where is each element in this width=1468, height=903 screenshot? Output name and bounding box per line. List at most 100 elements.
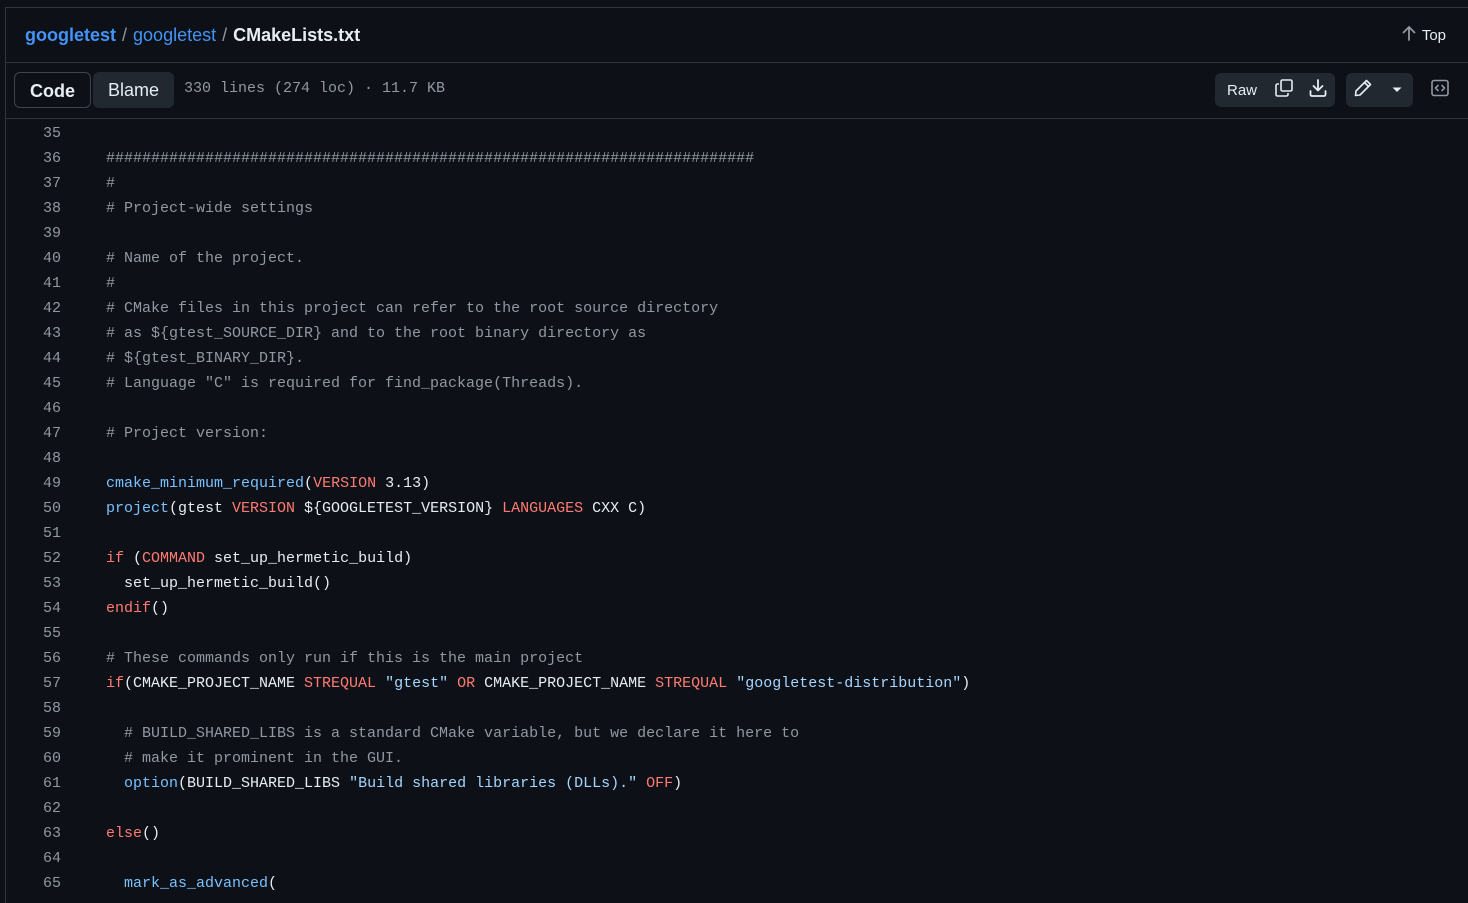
triangle-down-icon	[1391, 81, 1403, 99]
line-number[interactable]: 45	[6, 371, 61, 396]
code-line: 35	[6, 121, 1468, 146]
code-line: 42 # CMake files in this project can refe…	[6, 296, 1468, 321]
line-number[interactable]: 63	[6, 821, 61, 846]
line-number[interactable]: 48	[6, 446, 61, 471]
file-info: 330 lines (274 loc) · 11.7 KB	[184, 80, 446, 97]
code-token: # These commands only run if this is the…	[106, 650, 584, 667]
line-number[interactable]: 40	[6, 246, 61, 271]
download-raw-button[interactable]	[1301, 73, 1335, 107]
code-text: # Project version:	[106, 421, 268, 446]
code-token: # Name of the project.	[106, 250, 305, 267]
code-text: # Language "C" is required for find_pack…	[106, 371, 583, 396]
code-token: OR	[457, 675, 476, 692]
code-line: 62	[6, 796, 1468, 821]
code-line: 48	[6, 446, 1468, 471]
line-number[interactable]: 53	[6, 571, 61, 596]
line-number[interactable]: 59	[6, 721, 61, 746]
code-token: (gtest	[169, 500, 233, 517]
line-number[interactable]: 36	[6, 146, 61, 171]
symbols-panel-button[interactable]	[1423, 73, 1457, 107]
line-number[interactable]: 43	[6, 321, 61, 346]
line-number[interactable]: 47	[6, 421, 61, 446]
line-number[interactable]: 50	[6, 496, 61, 521]
code-token: ########################################…	[106, 150, 755, 167]
line-number[interactable]: 61	[6, 771, 61, 796]
code-line: 55	[6, 621, 1468, 646]
top-button[interactable]: Top	[1402, 25, 1446, 45]
line-number[interactable]: 57	[6, 671, 61, 696]
code-line: 60 # make it prominent in the GUI.	[6, 746, 1468, 771]
code-token: #	[106, 175, 116, 192]
code-view[interactable]: 35 36 ####################################…	[6, 121, 1468, 896]
edit-file-button[interactable]	[1346, 73, 1380, 107]
code-token: CMAKE_PROJECT_NAME	[475, 675, 656, 692]
line-number[interactable]: 65	[6, 871, 61, 896]
more-edit-options-button[interactable]	[1380, 73, 1413, 107]
file-header: googletest / googletest / CMakeLists.txt Top	[6, 8, 1468, 63]
code-token: STREQUAL	[655, 675, 728, 692]
code-text: endif()	[106, 596, 169, 621]
code-text: # These commands only run if this is the…	[106, 646, 583, 671]
edit-actions-group	[1346, 73, 1413, 107]
line-number[interactable]: 58	[6, 696, 61, 721]
line-number[interactable]: 49	[6, 471, 61, 496]
code-line: 56 # These commands only run if this is t…	[6, 646, 1468, 671]
breadcrumb-file-name: CMakeLists.txt	[233, 25, 361, 45]
code-token: LANGUAGES	[502, 500, 584, 517]
line-number[interactable]: 51	[6, 521, 61, 546]
line-number[interactable]: 60	[6, 746, 61, 771]
line-number[interactable]: 42	[6, 296, 61, 321]
code-line: 46	[6, 396, 1468, 421]
view-toggle: Code Blame	[14, 72, 175, 108]
line-number[interactable]: 35	[6, 121, 61, 146]
breadcrumb-separator: /	[122, 25, 128, 45]
code-token: mark_as_advanced	[124, 875, 269, 892]
line-number[interactable]: 37	[6, 171, 61, 196]
code-token: if	[106, 550, 125, 567]
code-token: (CMAKE_PROJECT_NAME	[124, 675, 305, 692]
line-number[interactable]: 55	[6, 621, 61, 646]
code-text: # Name of the project.	[106, 246, 304, 271]
code-text: # Project-wide settings	[106, 196, 313, 221]
code-token: option	[124, 775, 179, 792]
line-number[interactable]: 62	[6, 796, 61, 821]
code-token: COMMAND	[142, 550, 206, 567]
code-token: STREQUAL	[304, 675, 377, 692]
code-line: 52 if (COMMAND set_up_hermetic_build)	[6, 546, 1468, 571]
breadcrumb-owner-link[interactable]: googletest	[25, 25, 116, 45]
code-token: "gtest"	[385, 675, 449, 692]
line-number[interactable]: 44	[6, 346, 61, 371]
raw-button[interactable]: Raw	[1215, 82, 1267, 99]
code-token: set_up_hermetic_build)	[205, 550, 413, 567]
code-token: set_up_hermetic_build()	[106, 575, 332, 592]
code-token: ()	[151, 600, 170, 617]
breadcrumb-repo-link[interactable]: googletest	[133, 25, 216, 45]
code-token: "googletest-distribution"	[736, 675, 962, 692]
code-token: OFF	[646, 775, 674, 792]
code-line: 37 #	[6, 171, 1468, 196]
code-text: set_up_hermetic_build()	[106, 571, 331, 596]
line-number[interactable]: 39	[6, 221, 61, 246]
code-line: 36 ######################################…	[6, 146, 1468, 171]
pencil-icon	[1353, 78, 1373, 103]
line-number[interactable]: 64	[6, 846, 61, 871]
code-token: # ${gtest_BINARY_DIR}.	[106, 350, 305, 367]
code-line: 51	[6, 521, 1468, 546]
line-number[interactable]: 56	[6, 646, 61, 671]
breadcrumb: googletest / googletest / CMakeLists.txt	[25, 24, 360, 46]
code-text: # as ${gtest_SOURCE_DIR} and to the root…	[106, 321, 646, 346]
code-token: "Build shared libraries (DLLs)."	[349, 775, 638, 792]
tab-code[interactable]: Code	[14, 72, 91, 108]
code-token: # Language "C" is required for find_pack…	[106, 375, 584, 392]
code-token: (	[268, 875, 278, 892]
arrow-up-icon	[1402, 25, 1416, 45]
line-number[interactable]: 54	[6, 596, 61, 621]
line-number[interactable]: 38	[6, 196, 61, 221]
line-number[interactable]: 46	[6, 396, 61, 421]
tab-blame[interactable]: Blame	[93, 72, 175, 108]
copy-raw-button[interactable]	[1267, 73, 1301, 107]
line-number[interactable]: 52	[6, 546, 61, 571]
file-view: googletest / googletest / CMakeLists.txt Top…	[5, 7, 1468, 903]
line-number[interactable]: 41	[6, 271, 61, 296]
